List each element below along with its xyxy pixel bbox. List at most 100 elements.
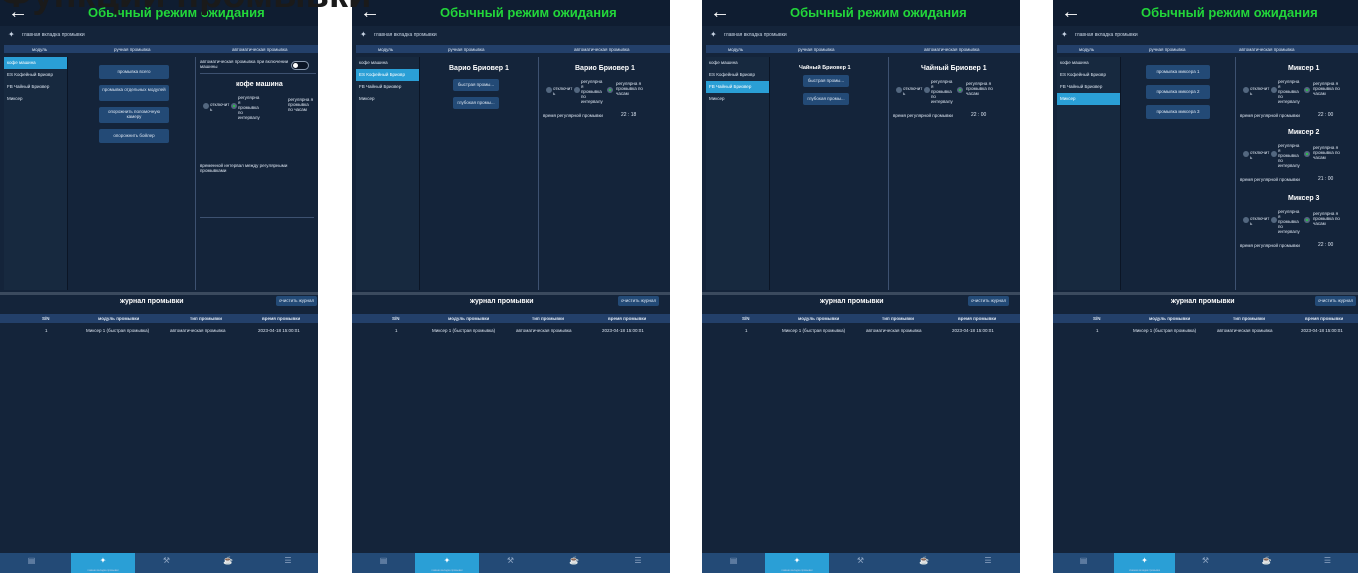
flush-mixer-3-button[interactable]: промывка миксера 3 bbox=[1146, 105, 1210, 119]
tab-list[interactable]: ☰ bbox=[606, 553, 670, 573]
time-value[interactable]: 22 : 18 bbox=[621, 113, 661, 118]
broom-icon: ✦ bbox=[793, 556, 801, 565]
mixer-1-time-value[interactable]: 22 : 00 bbox=[1318, 113, 1356, 118]
flush-mixer-1-button[interactable]: промывка миксера 1 bbox=[1146, 65, 1210, 79]
module-item-coffee[interactable]: кофе машина bbox=[706, 57, 769, 69]
mixer-1-radio-off[interactable] bbox=[1243, 87, 1249, 93]
radio-hours[interactable] bbox=[957, 87, 963, 93]
module-item-mixer[interactable]: Миксер bbox=[706, 93, 769, 105]
mixer-2-radio-hours[interactable] bbox=[1304, 151, 1310, 157]
radio-interval[interactable] bbox=[924, 87, 930, 93]
flush-mixer-2-button[interactable]: промывка миксера 2 bbox=[1146, 85, 1210, 99]
log-cell-sn: 1 bbox=[745, 328, 748, 333]
tab-book[interactable]: ▤ bbox=[0, 553, 63, 573]
tab-flush[interactable]: ✦ главная вкладка промывки bbox=[71, 553, 135, 573]
mixer-3-radio-interval[interactable] bbox=[1271, 217, 1277, 223]
module-item-fb[interactable]: FB Чайный Бриовер bbox=[706, 81, 769, 93]
flush-all-button[interactable]: промывка всего bbox=[99, 65, 169, 79]
empty-chamber-button[interactable]: опорожнить пол­омочную камеру bbox=[99, 107, 169, 123]
module-item-fb[interactable]: FB Чайный Бриовер bbox=[356, 81, 419, 93]
col-manual: ручная промывка bbox=[798, 47, 835, 52]
mixer-1-radio-interval[interactable] bbox=[1271, 87, 1277, 93]
device-name: Чайный Бриовер 1 bbox=[921, 65, 987, 72]
radio-hours[interactable] bbox=[607, 87, 613, 93]
mixer-2-time-value[interactable]: 21 : 00 bbox=[1318, 177, 1356, 182]
module-item-coffee[interactable]: кофе машина bbox=[1057, 57, 1120, 69]
clear-log-button[interactable]: очистить журнал bbox=[618, 296, 660, 306]
module-list: кофе машина ES Кофейный Бриовр FB Чайный… bbox=[1057, 57, 1121, 290]
module-item-mixer[interactable]: Миксер bbox=[1057, 93, 1120, 105]
radio-interval[interactable] bbox=[574, 87, 580, 93]
mixer-3-radio-hours[interactable] bbox=[1304, 217, 1310, 223]
tab-cup[interactable]: ☕ bbox=[892, 553, 956, 573]
deep-flush-button[interactable]: глубокая промы... bbox=[803, 93, 849, 105]
log-col-sn: S/N bbox=[1093, 316, 1101, 321]
arrow-left-icon[interactable]: ← bbox=[1061, 0, 1081, 24]
time-label: время регулярной промывки bbox=[543, 113, 603, 118]
module-item-mixer[interactable]: Миксер bbox=[356, 93, 419, 105]
opt-off-label: отключит ь bbox=[903, 86, 923, 96]
mixer-1-radio-hours[interactable] bbox=[1304, 87, 1310, 93]
tab-tools[interactable]: ⚒ bbox=[479, 553, 542, 573]
module-item-fb[interactable]: FB Чайный Бриовер bbox=[1057, 81, 1120, 93]
list-icon: ☰ bbox=[984, 556, 992, 565]
mixer-3-time-value[interactable]: 22 : 00 bbox=[1318, 243, 1356, 248]
subheader: ✦ главная вкладка промывки bbox=[702, 26, 1020, 42]
tab-cup[interactable]: ☕ bbox=[198, 553, 258, 573]
tab-list[interactable]: ☰ bbox=[956, 553, 1020, 573]
clear-log-button[interactable]: очистить журнал bbox=[968, 296, 1010, 306]
module-item-fb[interactable]: FB Чайный Бриовер bbox=[4, 81, 67, 93]
tab-tools[interactable]: ⚒ bbox=[135, 553, 198, 573]
tab-book[interactable]: ▤ bbox=[1053, 553, 1114, 573]
tab-tools[interactable]: ⚒ bbox=[1175, 553, 1236, 573]
tab-cup[interactable]: ☕ bbox=[542, 553, 606, 573]
clear-log-button[interactable]: очистить журнал bbox=[276, 296, 318, 306]
col-module: модуль bbox=[378, 47, 394, 52]
module-item-es[interactable]: ES Кофейный Бриовр bbox=[1057, 69, 1120, 81]
module-item-es[interactable]: ES Кофейный Бриовр bbox=[356, 69, 419, 81]
log-col-module: модуль промывки bbox=[98, 316, 140, 321]
col-auto: автоматическая промывка bbox=[574, 47, 630, 52]
mixer-3-radio-off[interactable] bbox=[1243, 217, 1249, 223]
radio-off[interactable] bbox=[896, 87, 902, 93]
log-cell-type: автоматическая промывка bbox=[866, 328, 922, 333]
log-cell-module: Миксер 1 (быстрая промывка) bbox=[432, 328, 496, 333]
quick-flush-button[interactable]: быстрая промы... bbox=[803, 75, 849, 87]
mixer-2-radio-off[interactable] bbox=[1243, 151, 1249, 157]
tab-book[interactable]: ▤ bbox=[702, 553, 765, 573]
tab-book[interactable]: ▤ bbox=[352, 553, 415, 573]
tab-tools[interactable]: ⚒ bbox=[829, 553, 892, 573]
tab-flush[interactable]: ✦ главная вкладка промывки bbox=[1114, 553, 1175, 573]
module-item-es[interactable]: ES Кофейный Бриовр bbox=[706, 69, 769, 81]
module-item-es[interactable]: ES Кофейный Бриовр bbox=[4, 69, 67, 81]
mixer-2-radio-interval[interactable] bbox=[1271, 151, 1277, 157]
module-item-coffee[interactable]: кофе машина bbox=[4, 57, 67, 69]
broom-icon: ✦ bbox=[99, 556, 107, 565]
tab-cup[interactable]: ☕ bbox=[1236, 553, 1297, 573]
module-item-coffee[interactable]: кофе машина bbox=[356, 57, 419, 69]
empty-boiler-button[interactable]: опорожнить бойлер bbox=[99, 129, 169, 143]
mixer-3-opt-interval: регулярна я промывка по интервалу bbox=[1278, 209, 1300, 234]
radio-interval[interactable] bbox=[231, 103, 237, 109]
manual-panel: Варио Бриовер 1 быстрая промы... глубока… bbox=[421, 57, 539, 290]
tab-list[interactable]: ☰ bbox=[1297, 553, 1358, 573]
tab-flush[interactable]: ✦ главная вкладка промывки bbox=[415, 553, 479, 573]
radio-off[interactable] bbox=[546, 87, 552, 93]
module-list: кофе машина ES Кофейный Бриовр FB Чайный… bbox=[4, 57, 68, 290]
tab-list[interactable]: ☰ bbox=[258, 553, 318, 573]
flush-modules-button[interactable]: промывка отдельных модулей bbox=[99, 85, 169, 101]
list-icon: ☰ bbox=[284, 556, 292, 565]
time-value[interactable]: 22 : 00 bbox=[971, 113, 1011, 118]
deep-flush-button[interactable]: глубокая промы... bbox=[453, 97, 499, 109]
log-title: журнал промывки bbox=[1171, 298, 1235, 305]
interval-input-line[interactable] bbox=[200, 217, 314, 218]
screen-tea-brewer: ← Обычный режим ожидания ✦ главная вклад… bbox=[702, 0, 1020, 573]
arrow-left-icon[interactable]: ← bbox=[710, 0, 730, 24]
auto-on-power-toggle[interactable] bbox=[291, 61, 309, 70]
radio-off[interactable] bbox=[203, 103, 209, 109]
clear-log-button[interactable]: очистить журнал bbox=[1315, 296, 1357, 306]
module-item-mixer[interactable]: Миксер bbox=[4, 93, 67, 105]
auto-panel: Варио Бриовер 1 отключит ь регулярна я п… bbox=[541, 57, 670, 290]
tab-flush[interactable]: ✦ главная вкладка промывки bbox=[765, 553, 829, 573]
quick-flush-button[interactable]: быстрая промы... bbox=[453, 79, 499, 91]
